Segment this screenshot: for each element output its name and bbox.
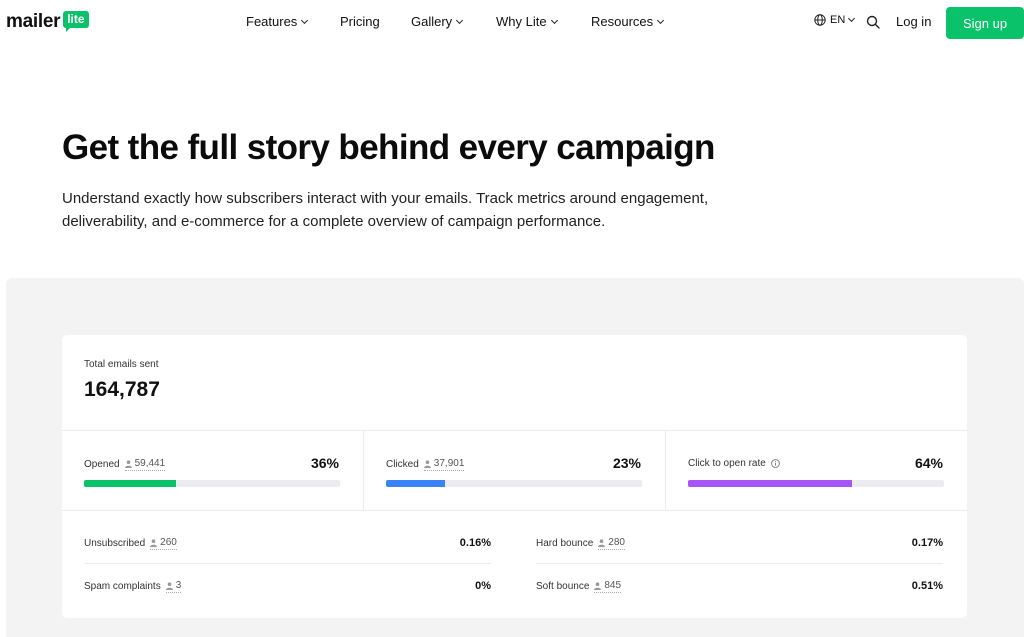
language-label: EN (830, 14, 846, 26)
progress-bar (386, 480, 642, 487)
subscriber-count[interactable]: 3 (165, 580, 182, 593)
metric-label: Clicked 37,901 (386, 458, 465, 471)
metric-opened: Opened 59,441 36% (62, 430, 363, 510)
metric-name: Clicked (386, 459, 419, 470)
row-name: Soft bounce (536, 581, 590, 592)
search-icon[interactable] (866, 15, 880, 29)
logo-wordmark: mailer (6, 11, 61, 32)
chevron-down-icon (550, 16, 558, 24)
globe-icon (814, 14, 826, 26)
person-icon (165, 582, 173, 590)
metric-percent: 36% (310, 455, 339, 471)
row-name: Spam complaints (84, 581, 161, 592)
progress-bar (84, 480, 340, 487)
progress-fill (84, 480, 177, 487)
nav-item-label: Gallery (411, 14, 453, 29)
person-icon (423, 460, 431, 468)
nav-item-features[interactable]: Features (246, 14, 309, 29)
divider (536, 563, 943, 564)
metric-label: Opened 59,441 (84, 458, 166, 471)
row-count: 845 (604, 580, 622, 591)
row-label: Hard bounce 280 (536, 537, 625, 550)
row-percent: 0.17% (911, 537, 943, 549)
subscriber-count[interactable]: 260 (150, 537, 177, 550)
nav-item-label: Resources (591, 14, 654, 29)
metric-percent: 23% (612, 455, 641, 471)
top-navigation: mailer lite Features Pricing Gallery Why… (0, 0, 1024, 46)
logo-badge: lite (63, 11, 89, 32)
subscriber-count[interactable]: 280 (598, 537, 625, 550)
nav-item-pricing[interactable]: Pricing (340, 14, 380, 29)
person-icon (598, 539, 606, 547)
metric-label: Click to open rate (688, 458, 780, 469)
row-name: Unsubscribed (84, 538, 146, 549)
row-count: 260 (160, 537, 177, 548)
stat-row-hard-bounce: Hard bounce 280 0.17% (536, 534, 943, 554)
stat-row-soft-bounce: Soft bounce 845 0.51% (536, 577, 943, 597)
chevron-down-icon (301, 16, 309, 24)
campaign-stats-card: Total emails sent 164,787 Opened 59,441 … (62, 335, 967, 618)
divider (84, 563, 491, 564)
total-emails-value: 164,787 (84, 378, 160, 401)
person-icon (124, 460, 132, 468)
row-percent: 0.51% (911, 580, 943, 592)
row-label: Spam complaints 3 (84, 580, 182, 593)
progress-fill (688, 480, 852, 487)
person-icon (150, 539, 158, 547)
page-title: Get the full story behind every campaign (62, 128, 715, 167)
subscriber-count[interactable]: 37,901 (423, 458, 465, 471)
row-count: 3 (175, 580, 182, 591)
person-icon (594, 582, 602, 590)
progress-bar (688, 480, 944, 487)
mailerlite-logo[interactable]: mailer lite (6, 8, 89, 38)
nav-item-label: Features (246, 14, 298, 29)
signup-button[interactable]: Sign up (946, 7, 1024, 39)
metric-clicked: Clicked 37,901 23% (364, 430, 665, 510)
info-icon[interactable] (770, 459, 780, 468)
total-emails-label: Total emails sent (84, 359, 159, 370)
row-percent: 0.16% (459, 537, 491, 549)
row-count: 280 (608, 537, 625, 548)
row-name: Hard bounce (536, 538, 594, 549)
language-selector[interactable]: EN (814, 14, 856, 26)
metric-count: 59,441 (134, 458, 166, 469)
progress-fill (386, 480, 445, 487)
nav-item-label: Why Lite (496, 14, 547, 29)
page-subtitle: Understand exactly how subscribers inter… (62, 190, 709, 230)
chevron-down-icon (657, 16, 665, 24)
metric-name: Click to open rate (688, 458, 766, 469)
metric-name: Opened (84, 459, 120, 470)
chevron-down-icon (456, 16, 464, 24)
stat-row-unsubscribed: Unsubscribed 260 0.16% (84, 534, 491, 554)
nav-item-why-lite[interactable]: Why Lite (496, 14, 558, 29)
metric-percent: 64% (914, 455, 943, 471)
metric-click-to-open-rate: Click to open rate 64% (666, 430, 967, 510)
login-link[interactable]: Log in (896, 14, 931, 29)
metric-count: 37,901 (433, 458, 465, 469)
stat-row-spam-complaints: Spam complaints 3 0% (84, 577, 491, 597)
row-label: Unsubscribed 260 (84, 537, 177, 550)
nav-item-resources[interactable]: Resources (591, 14, 665, 29)
divider (62, 510, 967, 511)
row-percent: 0% (475, 580, 491, 592)
subscriber-count[interactable]: 59,441 (124, 458, 166, 471)
row-label: Soft bounce 845 (536, 580, 622, 593)
nav-item-label: Pricing (340, 14, 380, 29)
chevron-down-icon (848, 14, 856, 23)
nav-item-gallery[interactable]: Gallery (411, 14, 464, 29)
subscriber-count[interactable]: 845 (594, 580, 622, 593)
